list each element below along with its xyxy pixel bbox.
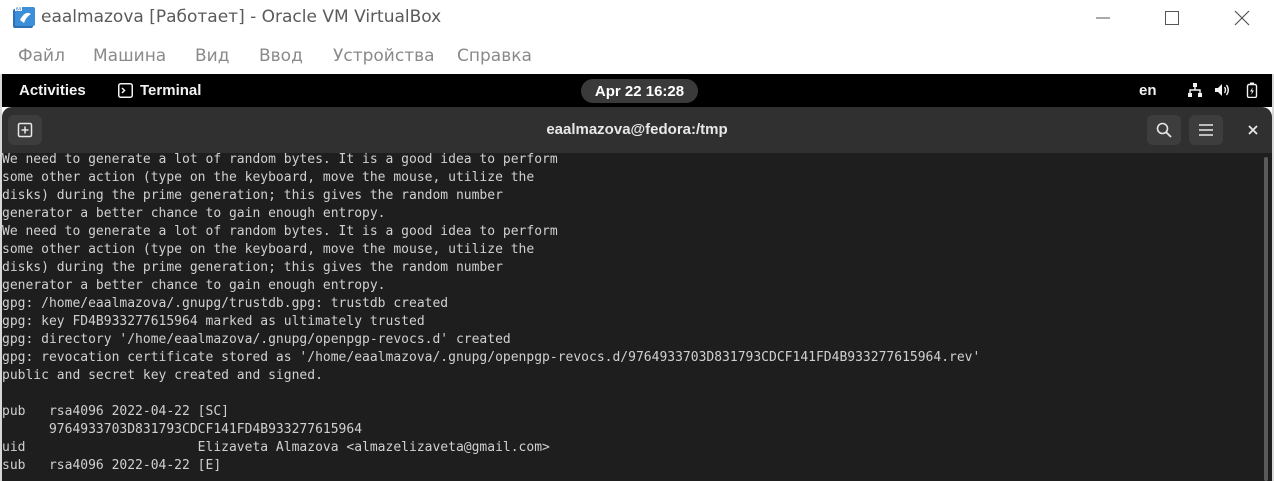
terminal-line: public and secret key created and signed…	[2, 368, 323, 383]
close-window-button[interactable]	[1219, 0, 1265, 36]
clock-button[interactable]: Apr 22 16:28	[581, 79, 698, 103]
keyboard-layout-indicator[interactable]: en	[1139, 82, 1157, 99]
menu-help[interactable]: Справка	[457, 46, 532, 66]
terminal-line: some other action (type on the keyboard,…	[2, 242, 535, 257]
terminal-line: generator a better chance to gain enough…	[2, 278, 386, 293]
hamburger-menu-icon	[1199, 124, 1213, 136]
svg-text:64: 64	[16, 7, 22, 12]
menu-machine[interactable]: Машина	[93, 46, 166, 66]
new-tab-icon	[17, 122, 33, 138]
terminal-output[interactable]: We need to generate a lot of random byte…	[2, 153, 1272, 481]
minimize-button[interactable]	[1080, 0, 1126, 36]
activities-button[interactable]: Activities	[19, 82, 86, 99]
maximize-icon	[1165, 11, 1179, 25]
window-title: eaalmazova [Работает] - Oracle VM Virtua…	[41, 7, 442, 27]
terminal-line: sub rsa4096 2022-04-22 [E]	[2, 458, 222, 473]
gnome-top-bar: Activities Terminal Apr 22 16:28 en	[0, 74, 1274, 107]
menu-input[interactable]: Ввод	[259, 46, 303, 66]
terminal-line: uid Elizaveta Almazova <almazelizaveta@g…	[2, 440, 550, 455]
minimize-icon	[1096, 17, 1110, 19]
terminal-line: gpg: revocation certificate stored as '/…	[2, 350, 981, 365]
app-menu-button[interactable]: Terminal	[118, 82, 201, 99]
terminal-line: gpg: directory '/home/eaalmazova/.gnupg/…	[2, 332, 511, 347]
terminal-line: 9764933703D831793CDCF141FD4B933277615964	[2, 422, 363, 437]
terminal-line: disks) during the prime generation; this…	[2, 260, 503, 275]
search-icon	[1156, 122, 1172, 138]
terminal-scrollbar[interactable]	[1260, 153, 1272, 481]
scrollbar-thumb[interactable]	[1264, 157, 1268, 481]
menu-file[interactable]: Файл	[18, 46, 65, 66]
virtualbox-menubar: Файл Машина Вид Ввод Устройства Справка	[0, 36, 1274, 74]
host-window-edge	[0, 74, 2, 481]
terminal-line: some other action (type on the keyboard,…	[2, 170, 535, 185]
menu-view[interactable]: Вид	[195, 46, 229, 66]
menu-devices[interactable]: Устройства	[333, 46, 435, 66]
terminal-text: We need to generate a lot of random byte…	[2, 153, 980, 475]
terminal-title: eaalmazova@fedora:/tmp	[546, 121, 728, 138]
terminal-icon	[118, 83, 133, 98]
hamburger-menu-button[interactable]	[1189, 115, 1223, 145]
terminal-line: pub rsa4096 2022-04-22 [SC]	[2, 404, 229, 419]
app-name: Terminal	[140, 82, 202, 99]
terminal-line: disks) during the prime generation; this…	[2, 188, 503, 203]
terminal-close-button[interactable]	[1238, 115, 1268, 145]
terminal-line: We need to generate a lot of random byte…	[2, 224, 558, 239]
battery-icon[interactable]	[1244, 82, 1260, 98]
terminal-line: We need to generate a lot of random byte…	[2, 153, 558, 167]
terminal-line: gpg: /home/eaalmazova/.gnupg/trustdb.gpg…	[2, 296, 449, 311]
close-icon	[1248, 125, 1258, 135]
host-window-titlebar: 64 eaalmazova [Работает] - Oracle VM Vir…	[0, 0, 1274, 36]
new-tab-button[interactable]	[8, 115, 42, 145]
clock-label: Apr 22 16:28	[594, 82, 685, 100]
virtualbox-logo-icon: 64	[12, 6, 36, 30]
search-button[interactable]	[1147, 115, 1181, 145]
volume-icon[interactable]	[1214, 82, 1230, 98]
terminal-line: generator a better chance to gain enough…	[2, 206, 386, 221]
network-icon[interactable]	[1187, 82, 1203, 98]
maximize-button[interactable]	[1149, 0, 1195, 36]
terminal-line: gpg: key FD4B933277615964 marked as ulti…	[2, 314, 425, 329]
close-icon	[1234, 10, 1250, 26]
terminal-headerbar: eaalmazova@fedora:/tmp	[2, 107, 1272, 153]
